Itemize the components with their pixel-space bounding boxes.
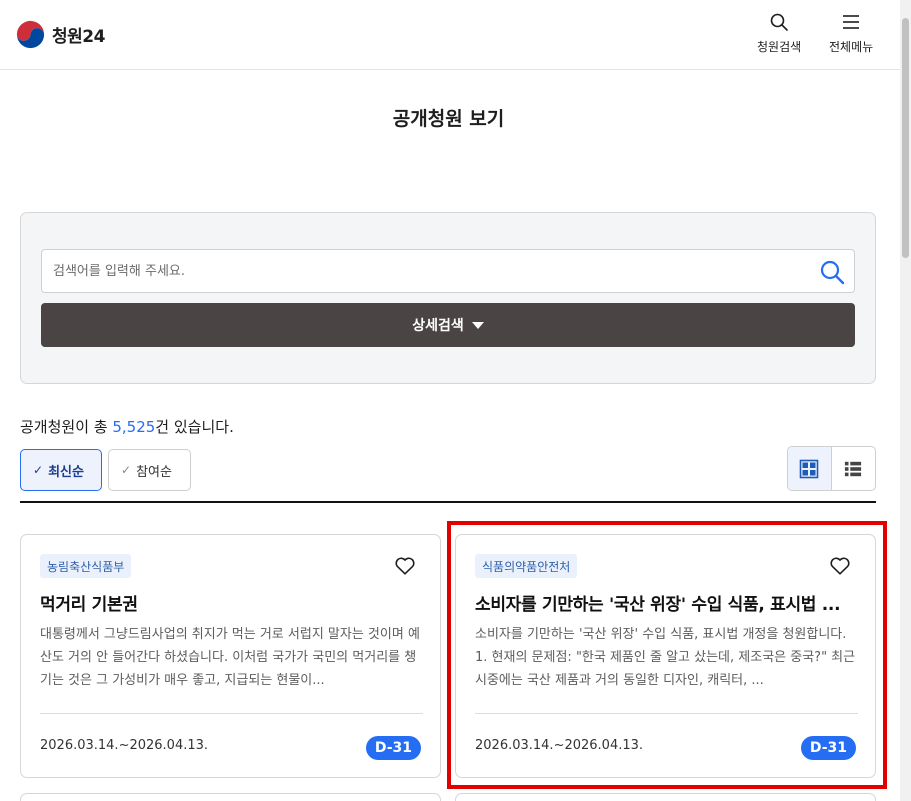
view-mode-toggle	[787, 446, 876, 491]
page-title: 공개청원 보기	[392, 108, 505, 130]
petition-period: 2026.03.14.~2026.04.13.	[475, 738, 644, 753]
page-scrollbar[interactable]	[900, 0, 911, 801]
card-divider	[475, 713, 858, 714]
search-icon	[770, 13, 788, 31]
result-count: 공개청원이 총 5,525건 있습니다.	[20, 416, 234, 437]
list-view-button[interactable]	[832, 447, 876, 490]
section-divider	[20, 501, 876, 503]
sort-latest-label: 최신순	[48, 464, 84, 480]
sort-popular-button[interactable]: ✓ 참여순	[108, 449, 191, 491]
petition-card-partial[interactable]	[20, 793, 441, 801]
check-icon: ✓	[121, 463, 132, 477]
taegeuk-logo-icon	[15, 19, 46, 50]
header-menu-button[interactable]: 전체메뉴	[829, 12, 873, 55]
search-icon	[820, 260, 845, 285]
dday-badge: D-31	[365, 736, 421, 760]
scrollbar-thumb[interactable]	[902, 18, 909, 258]
search-input[interactable]	[42, 250, 802, 292]
result-count-prefix: 공개청원이 총	[20, 418, 113, 436]
search-submit-button[interactable]	[818, 258, 846, 286]
petition-period: 2026.03.14.~2026.04.13.	[40, 738, 209, 753]
result-count-number: 5,525	[112, 418, 156, 436]
petition-card[interactable]: 농림축산식품부 먹거리 기본권 대통령께서 그냥드림사업의 취지가 먹는 거로 …	[20, 534, 441, 778]
search-panel: 상세검색	[20, 212, 876, 384]
site-logo[interactable]: 청원24	[15, 19, 105, 50]
petition-title[interactable]: 소비자를 기만하는 '국산 위장' 수입 식품, 표시법 ...	[475, 590, 855, 615]
agency-tag: 식품의약품안전처	[475, 554, 578, 578]
dday-badge: D-31	[800, 736, 856, 760]
list-view-icon	[845, 461, 862, 476]
heart-favorite-icon[interactable]	[829, 555, 851, 577]
header-search-button[interactable]: 청원검색	[757, 12, 801, 55]
header-search-label: 청원검색	[757, 40, 802, 54]
header-menu-label: 전체메뉴	[829, 40, 874, 54]
site-header: 청원24 청원검색 전체메뉴	[0, 0, 911, 70]
sort-latest-button[interactable]: ✓ 최신순	[20, 449, 102, 491]
sort-popular-label: 참여순	[136, 464, 172, 480]
caret-down-icon	[471, 321, 484, 329]
grid-view-button[interactable]	[788, 447, 832, 490]
advanced-search-label: 상세검색	[412, 318, 464, 334]
hamburger-menu-icon	[843, 15, 860, 29]
petition-title[interactable]: 먹거리 기본권	[40, 590, 420, 615]
petition-card-partial[interactable]	[455, 793, 876, 801]
logo-text: 청원24	[52, 27, 105, 47]
card-divider	[40, 713, 423, 714]
heart-favorite-icon[interactable]	[394, 555, 416, 577]
petition-description: 대통령께서 그냥드림사업의 취지가 먹는 거로 서럽지 말자는 것이며 예산도 …	[40, 627, 420, 688]
petition-description: 소비자를 기만하는 '국산 위장' 수입 식품, 표시법 개정을 청원합니다. …	[475, 627, 856, 688]
grid-view-icon	[799, 459, 819, 478]
result-count-suffix: 건 있습니다.	[155, 418, 234, 436]
agency-tag: 농림축산식품부	[40, 554, 132, 578]
search-box	[41, 249, 855, 293]
advanced-search-button[interactable]: 상세검색	[41, 303, 855, 347]
check-icon: ✓	[33, 463, 44, 477]
petition-card[interactable]: 식품의약품안전처 소비자를 기만하는 '국산 위장' 수입 식품, 표시법 ..…	[455, 534, 876, 778]
